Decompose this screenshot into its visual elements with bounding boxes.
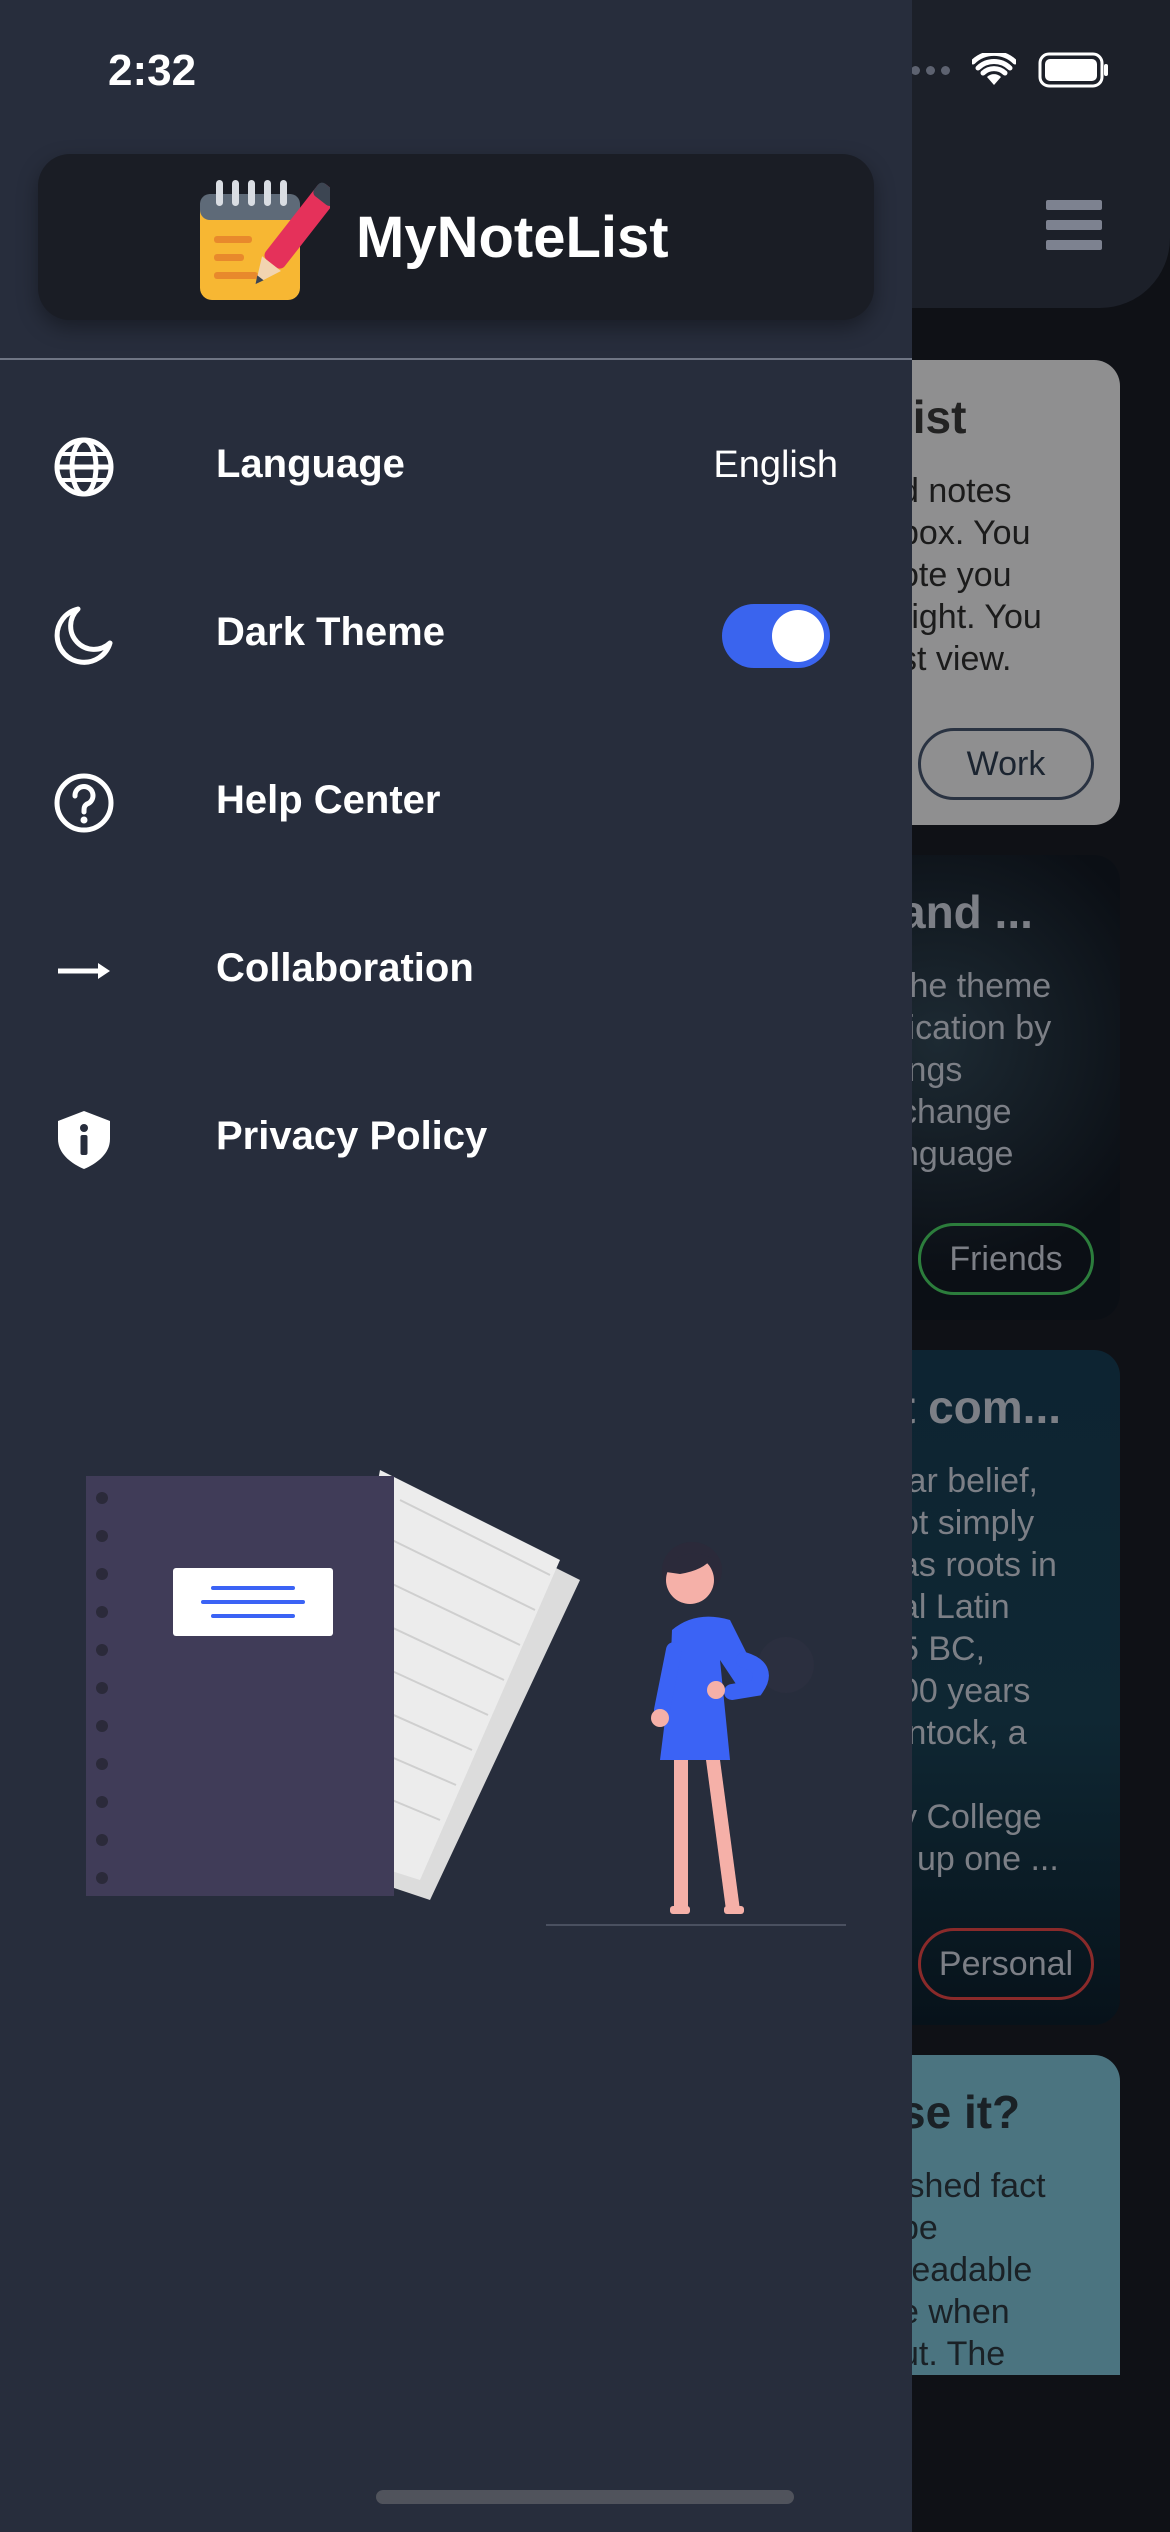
home-indicator[interactable] — [376, 2490, 794, 2504]
brand-header: MyNoteList — [38, 154, 874, 320]
menu-item-language[interactable]: Language English — [0, 402, 912, 532]
globe-icon — [54, 437, 114, 497]
app-name: MyNoteList — [356, 205, 669, 270]
note-title: and ... — [900, 886, 1033, 938]
menu-item-dark-theme[interactable]: Dark Theme — [0, 570, 912, 700]
status-time: 2:32 — [108, 46, 197, 95]
note-tag[interactable]: Personal — [918, 1928, 1094, 2000]
question-circle-icon — [54, 773, 114, 833]
note-body: the theme lication by ings change nguage — [900, 967, 1052, 1173]
menu-item-label: Privacy Policy — [216, 1114, 488, 1158]
menu-item-label: Collaboration — [216, 946, 474, 990]
navigation-drawer: 2:32 MyNoteList Language English Dark Th… — [0, 0, 912, 2532]
arrow-right-icon — [58, 963, 110, 979]
shield-info-icon — [58, 1111, 110, 1169]
note-body: d notes box. You ote you right. You st v… — [900, 472, 1042, 678]
moon-icon — [54, 606, 113, 665]
menu-item-privacy-policy[interactable]: Privacy Policy — [0, 1074, 912, 1204]
notepad-pencil-icon — [200, 180, 330, 300]
menu-item-label: Dark Theme — [216, 610, 445, 654]
note-body: ished fact be readable e when ut. The — [900, 2167, 1046, 2373]
note-body: lar belief, ot simply as roots in al Lat… — [900, 1462, 1059, 1878]
menu-item-collaboration[interactable]: Collaboration — [0, 906, 912, 1036]
toggle-knob — [772, 610, 824, 662]
note-tag[interactable]: Work — [918, 728, 1094, 800]
note-title: se it? — [900, 2086, 1021, 2138]
notebook-illustration — [86, 1470, 846, 1926]
language-value: English — [713, 444, 838, 486]
note-tag[interactable]: Friends — [918, 1223, 1094, 1295]
divider — [0, 358, 912, 360]
wifi-icon — [972, 53, 1016, 85]
menu-item-label: Language — [216, 442, 405, 486]
battery-icon — [1038, 52, 1108, 88]
menu-item-help-center[interactable]: Help Center — [0, 738, 912, 868]
status-icons — [896, 52, 1110, 88]
hamburger-menu-icon[interactable] — [1046, 200, 1102, 250]
menu-item-label: Help Center — [216, 778, 441, 822]
note-title: t com... — [900, 1381, 1062, 1433]
dark-theme-toggle[interactable] — [722, 604, 830, 668]
